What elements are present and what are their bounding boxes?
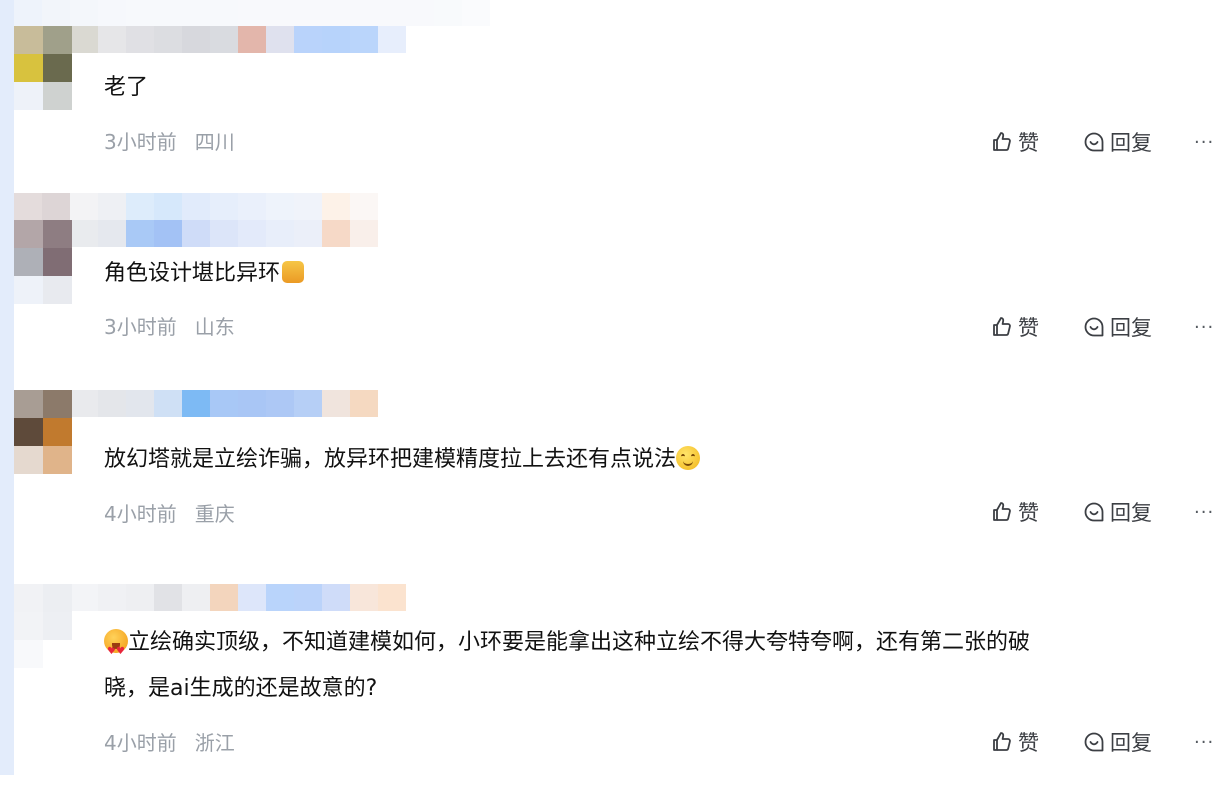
reply-label: 回复: [1110, 731, 1152, 755]
comment-actions: 赞 回复 ···: [990, 312, 1214, 342]
more-options-button[interactable]: ···: [1194, 732, 1214, 753]
like-label: 赞: [1018, 316, 1039, 340]
comment-location: 浙江: [194, 731, 235, 755]
comment-location: 重庆: [194, 502, 235, 526]
comment-time: 4小时前: [104, 502, 177, 526]
thumbs-up-emoji-icon: [282, 261, 305, 283]
comment-actions: 赞 回复 ···: [990, 727, 1214, 757]
more-options-button[interactable]: ···: [1194, 132, 1214, 153]
smiling-face-emoji-icon: [676, 446, 701, 470]
like-label: 赞: [1018, 731, 1039, 755]
more-options-button[interactable]: ···: [1194, 502, 1214, 523]
reply-button[interactable]: 回复: [1082, 127, 1162, 157]
comment-text-body: 立绘确实顶级，不知道建模如何，小环要是能拿出这种立绘不得大夸特夸啊，还有第二张的…: [128, 630, 1031, 655]
thumbs-up-icon: [993, 132, 1011, 151]
like-label: 赞: [1018, 131, 1039, 155]
like-button[interactable]: 赞: [990, 497, 1048, 527]
thumbs-up-icon: [993, 317, 1011, 336]
comment-text: 老了: [104, 75, 149, 100]
comment-meta: 4小时前 浙江: [104, 728, 235, 758]
more-options-button[interactable]: ···: [1194, 317, 1214, 338]
comment-time: 3小时前: [104, 315, 177, 339]
reply-bubble-icon: [1084, 317, 1104, 337]
reply-button[interactable]: 回复: [1082, 727, 1162, 757]
comment-actions: 赞 回复 ···: [990, 497, 1214, 527]
reply-bubble-icon: [1084, 732, 1104, 752]
thumbs-up-icon: [993, 502, 1011, 521]
comment-time: 4小时前: [104, 731, 177, 755]
like-button[interactable]: 赞: [990, 127, 1048, 157]
comment-meta: 4小时前 重庆: [104, 499, 235, 529]
comment-text: 角色设计堪比异环: [104, 254, 1204, 294]
like-button[interactable]: 赞: [990, 727, 1048, 757]
comment-text-body: 角色设计堪比异环: [104, 261, 281, 286]
comment-location: 四川: [194, 130, 235, 154]
thumbs-up-icon: [993, 732, 1011, 751]
comment-time: 3小时前: [104, 130, 177, 154]
blurred-username: [14, 0, 490, 53]
reply-bubble-icon: [1084, 132, 1104, 152]
avatar[interactable]: [14, 390, 72, 474]
comment-actions: 赞 回复 ···: [990, 127, 1214, 157]
comment-location: 山东: [194, 315, 235, 339]
comment-text: 放幻塔就是立绘诈骗，放异环把建模精度拉上去还有点说法: [104, 440, 1204, 480]
comment-text-body: 放幻塔就是立绘诈骗，放异环把建模精度拉上去还有点说法: [104, 447, 677, 472]
reply-label: 回复: [1110, 131, 1152, 155]
heart-eyes-emoji-icon: [104, 629, 128, 672]
reply-bubble-icon: [1084, 502, 1104, 522]
left-accent-strip: [0, 0, 14, 775]
comment-meta: 3小时前 山东: [104, 312, 235, 342]
avatar[interactable]: [14, 220, 72, 304]
avatar[interactable]: [14, 584, 72, 668]
comment-text-line: 立绘确实顶级，不知道建模如何，小环要是能拿出这种立绘不得大夸特夸啊，还有第二张的…: [104, 623, 1204, 672]
comment-text: 立绘确实顶级，不知道建模如何，小环要是能拿出这种立绘不得大夸特夸啊，还有第二张的…: [104, 623, 1204, 709]
avatar[interactable]: [14, 26, 72, 110]
reply-button[interactable]: 回复: [1082, 312, 1162, 342]
reply-label: 回复: [1110, 501, 1152, 525]
comment-text-line: 晓，是ai生成的还是故意的?: [104, 676, 378, 701]
like-button[interactable]: 赞: [990, 312, 1048, 342]
comment-meta: 3小时前 四川: [104, 127, 235, 157]
like-label: 赞: [1018, 501, 1039, 525]
reply-label: 回复: [1110, 316, 1152, 340]
reply-button[interactable]: 回复: [1082, 497, 1162, 527]
